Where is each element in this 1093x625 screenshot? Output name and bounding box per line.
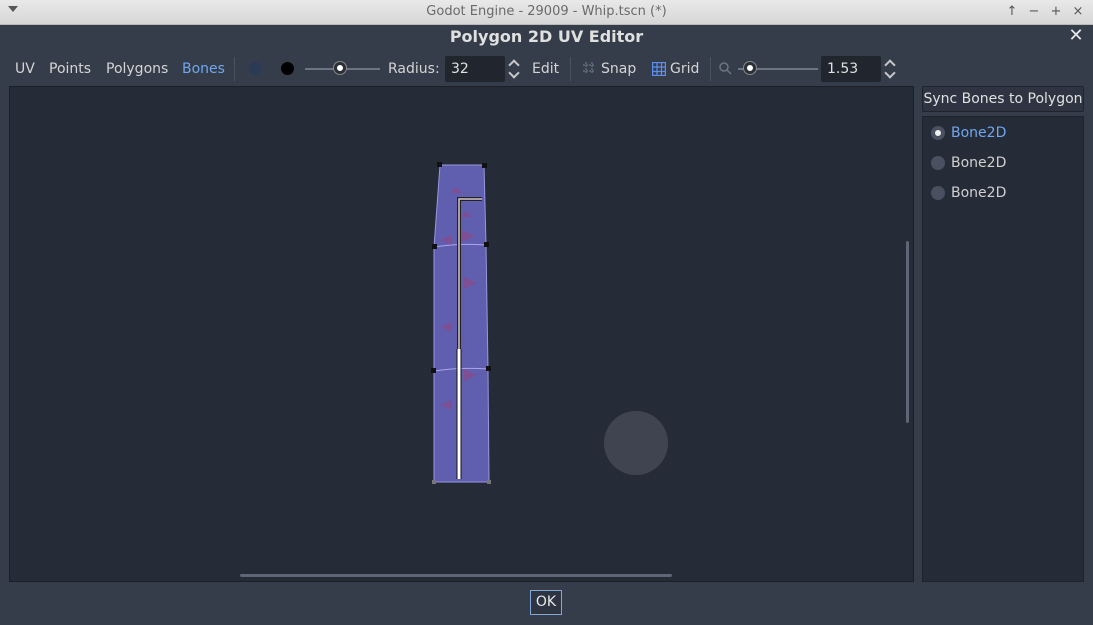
zoom-icon [719,62,732,75]
brush-opacity-slider-handle[interactable] [334,62,346,74]
bone-item-label: Bone2D [951,155,1007,171]
keep-above-icon[interactable]: ↑ [1003,3,1021,21]
bone-list: Bone2D Bone2D Bone2D [922,116,1084,582]
brush-cursor [604,411,668,475]
radius-spinbox[interactable]: 32 [445,56,505,82]
dialog-title: Polygon 2D UV Editor [449,27,644,46]
mode-uv-button[interactable]: UV [15,60,35,78]
bones-side-panel: Sync Bones to Polygon Bone2D Bone2D Bone… [922,86,1084,582]
radio-unselected-icon[interactable] [931,186,945,200]
uv-editor-toolbar: UV Points Polygons Bones Radius: 32 Edit… [8,54,1088,84]
uv-canvas[interactable] [9,86,914,582]
toolbar-separator [710,57,711,81]
dialog-close-icon[interactable]: ✕ [1067,26,1085,46]
mode-polygons-button[interactable]: Polygons [106,60,168,78]
polygon-preview [431,162,668,484]
window-title: Godot Engine - 29009 - Whip.tscn (*) [426,4,667,19]
edit-menu-button[interactable]: Edit [532,60,559,78]
bone-item-label: Bone2D [951,185,1007,201]
canvas-horizontal-scrollbar[interactable] [240,574,672,577]
radio-unselected-icon[interactable] [931,156,945,170]
zoom-spinbox[interactable]: 1.53 [821,56,881,82]
canvas-vertical-scrollbar[interactable] [906,241,909,423]
mode-bones-button[interactable]: Bones [182,60,225,78]
radius-label: Radius: [388,61,440,77]
zoom-spin-arrows-icon[interactable] [885,59,895,79]
bone-item-label: Bone2D [951,125,1007,141]
radio-selected-icon[interactable] [931,126,945,140]
grid-toggle[interactable]: Grid [670,60,699,78]
window-titlebar: Godot Engine - 29009 - Whip.tscn (*) ↑ −… [0,0,1093,25]
radius-spin-arrows-icon[interactable] [509,59,519,79]
ok-button[interactable]: OK [530,590,562,615]
mode-points-button[interactable]: Points [49,60,91,78]
window-close-icon[interactable]: × [1069,3,1087,21]
grid-icon[interactable] [652,62,666,76]
maximize-icon[interactable]: + [1047,3,1065,21]
zoom-slider-handle[interactable] [744,62,756,74]
minimize-icon[interactable]: − [1025,3,1043,21]
sync-bones-button[interactable]: Sync Bones to Polygon [922,86,1084,112]
clear-weight-icon[interactable] [281,62,294,75]
toolbar-separator [234,57,235,81]
snap-icon[interactable] [582,61,596,75]
toolbar-separator [570,57,571,81]
paint-weight-icon[interactable] [249,62,262,75]
snap-toggle[interactable]: Snap [601,60,636,78]
